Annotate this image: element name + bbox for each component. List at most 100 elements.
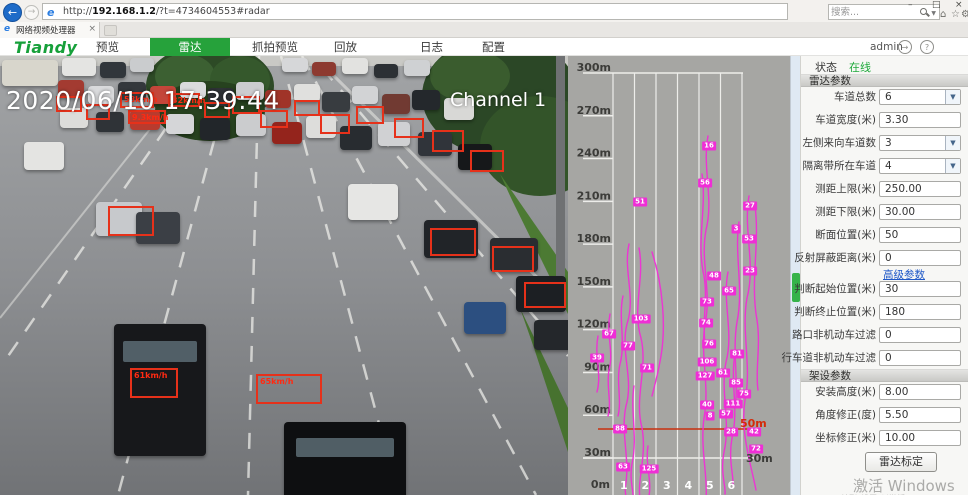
nav-item-snapshot-preview[interactable]: 抓拍预览 <box>252 38 298 56</box>
angle-correction-label: 角度修正(度) <box>815 407 876 423</box>
detection-box <box>432 130 464 152</box>
radar-track-panel: 300m270m240m210m180m150m120m90m60m30m0m1… <box>568 56 790 495</box>
search-box[interactable]: ▼ <box>828 4 940 20</box>
search-icon[interactable] <box>920 8 927 15</box>
tools-icon[interactable]: ⚙ <box>961 9 968 20</box>
browser-tab[interactable]: e 网络视频处理器 × <box>0 22 100 38</box>
track-id-label: 81 <box>730 350 744 359</box>
lane-nonmotor-filter-input[interactable]: 0 <box>879 350 961 366</box>
minimize-icon[interactable]: – <box>908 0 913 11</box>
detection-box <box>394 118 424 138</box>
chevron-down-icon[interactable]: ▼ <box>945 159 960 173</box>
detection-box <box>356 106 384 124</box>
logout-icon[interactable]: → <box>898 40 912 54</box>
vehicle-windshield <box>123 341 197 362</box>
lower-limit-label: 30m <box>746 452 773 465</box>
vehicle <box>404 60 430 76</box>
track-id-label: 27 <box>743 202 757 211</box>
section-position-input[interactable]: 50 <box>879 227 961 243</box>
address-bar[interactable]: e http://192.168.1.2/?t=4734604553#radar <box>42 3 788 20</box>
radar-parameter-panel: 状态在线 雷达参数车道总数6▼车道宽度(米)3.30左侧来向车道数3▼隔离带所在… <box>800 56 968 495</box>
judge-start-position-input[interactable]: 30 <box>879 281 961 297</box>
browser-url-bar: ← → e http://192.168.1.2/?t=4734604553#r… <box>0 0 968 22</box>
back-icon[interactable]: ← <box>3 3 22 22</box>
radar-calibrate-button[interactable]: 雷达标定 <box>865 452 937 472</box>
detection-speed-label: 65km/h <box>260 377 293 386</box>
vehicle <box>166 114 194 134</box>
coordinate-correction-input[interactable]: 10.00 <box>879 430 961 446</box>
help-icon[interactable]: ? <box>920 40 934 54</box>
crossing-nonmotor-filter-input[interactable]: 0 <box>879 327 961 343</box>
left-approach-lanes-select[interactable]: 3▼ <box>879 135 961 151</box>
track-id-label: 77 <box>621 342 635 351</box>
lane-width-label: 车道宽度(米) <box>815 112 876 128</box>
chevron-down-icon[interactable]: ▼ <box>945 136 960 150</box>
app-nav-bar: Tiandy 预览雷达抓拍预览回放日志配置 admin → ? <box>0 38 968 56</box>
lane-count-select[interactable]: 6▼ <box>879 89 961 105</box>
judge-end-position-input[interactable]: 180 <box>879 304 961 320</box>
vehicle <box>100 62 126 78</box>
lane-nonmotor-filter-label: 行车道非机动车过滤 <box>782 350 877 366</box>
detection-box <box>430 228 476 256</box>
reflection-mask-distance-input[interactable]: 0 <box>879 250 961 266</box>
lane-width-input[interactable]: 3.30 <box>879 112 961 128</box>
judge-end-position-label: 判断终止位置(米) <box>794 304 876 320</box>
range-upper-label: 测距上限(米) <box>815 181 876 197</box>
nav-item-config[interactable]: 配置 <box>482 38 505 56</box>
video-viewport: 58km/h9.3km/h32km/h61km/h65km/h 2020/06/… <box>0 56 568 495</box>
tab-close-icon[interactable]: × <box>88 24 96 34</box>
favorites-icon[interactable]: ☆ <box>951 9 960 20</box>
track-id-label: 57 <box>719 410 733 419</box>
search-input[interactable] <box>831 6 915 18</box>
new-tab-button[interactable] <box>104 25 117 36</box>
forward-icon[interactable]: → <box>24 5 39 20</box>
chevron-down-icon[interactable]: ▼ <box>945 90 960 104</box>
nav-item-radar[interactable]: 雷达 <box>150 38 230 56</box>
lane-number: 5 <box>706 479 714 492</box>
track-id-label: 53 <box>742 235 756 244</box>
track-id-label: 28 <box>724 428 738 437</box>
range-upper-input[interactable]: 250.00 <box>879 181 961 197</box>
vehicle <box>374 64 398 78</box>
track-id-label: 103 <box>632 315 651 324</box>
activate-windows-watermark: 激活 Windows <box>853 475 955 495</box>
reflection-mask-distance-label: 反射屏蔽距离(米) <box>794 250 876 266</box>
lane-number: 2 <box>641 479 649 492</box>
detection-box <box>320 114 350 134</box>
track-id-label: 40 <box>700 401 714 410</box>
home-icon[interactable]: ⌂ <box>940 9 946 20</box>
section-position-label: 断面位置(米) <box>815 227 876 243</box>
section-header-radar-params: 雷达参数 <box>801 74 968 87</box>
angle-correction-input[interactable]: 5.50 <box>879 407 961 423</box>
distance-label: 60m <box>584 403 611 416</box>
track-id-label: 67 <box>602 330 616 339</box>
status-row: 状态在线 <box>815 59 871 75</box>
status-label: 状态 <box>815 61 837 74</box>
detection-box <box>470 150 504 172</box>
distance-label: 270m <box>577 104 611 117</box>
track-id-label: 76 <box>702 340 716 349</box>
tab-favicon: e <box>4 24 10 34</box>
vehicle <box>282 58 308 72</box>
distance-label: 210m <box>577 189 611 202</box>
browser-tab-strip: e 网络视频处理器 × <box>0 22 968 38</box>
url-text[interactable]: http://192.168.1.2/?t=4734604553#radar <box>63 4 270 19</box>
track-id-label: 106 <box>698 358 717 367</box>
vehicle <box>322 92 350 112</box>
detection-speed-label: 61km/h <box>134 371 167 380</box>
track-id-label: 74 <box>699 319 713 328</box>
advanced-params-link[interactable]: 高级参数 <box>883 267 925 282</box>
nav-item-preview[interactable]: 预览 <box>96 38 119 56</box>
nav-item-log[interactable]: 日志 <box>420 38 443 56</box>
track-id-label: 8 <box>706 412 715 421</box>
track-id-label: 88 <box>613 425 627 434</box>
vehicle <box>312 62 336 76</box>
panel-scrollbar[interactable] <box>790 56 800 495</box>
range-lower-input[interactable]: 30.00 <box>879 204 961 220</box>
nav-item-playback[interactable]: 回放 <box>334 38 357 56</box>
install-height-input[interactable]: 8.00 <box>879 384 961 400</box>
tab-title: 网络视频处理器 <box>16 24 76 36</box>
search-dropdown-icon[interactable]: ▼ <box>931 10 936 17</box>
tiandy-logo: Tiandy <box>14 38 77 57</box>
median-lane-select[interactable]: 4▼ <box>879 158 961 174</box>
